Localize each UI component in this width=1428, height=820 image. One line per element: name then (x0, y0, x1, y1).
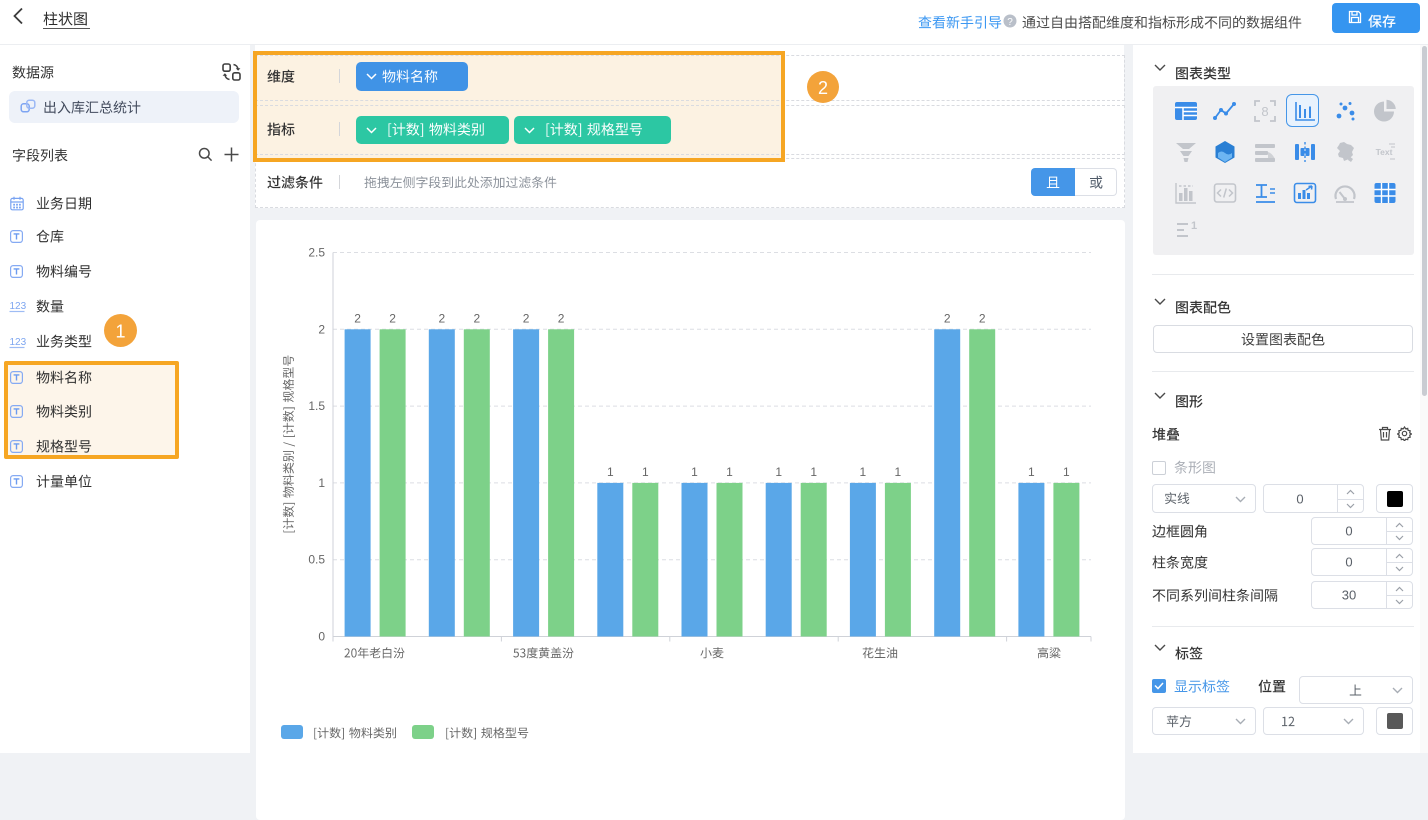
svg-text:0.5: 0.5 (308, 553, 325, 567)
svg-text:1: 1 (607, 465, 614, 479)
svg-text:1.5: 1.5 (308, 399, 325, 413)
svg-text:1: 1 (691, 465, 698, 479)
svg-text:2: 2 (979, 311, 986, 325)
svg-text:2: 2 (354, 311, 361, 325)
svg-text:Text: Text (1376, 147, 1393, 157)
svg-text:30: 30 (1341, 588, 1355, 603)
svg-text:0: 0 (1345, 555, 1352, 570)
svg-text:?: ? (1007, 17, 1013, 28)
svg-text:0: 0 (1296, 491, 1303, 506)
svg-text:1: 1 (726, 465, 733, 479)
svg-text:1: 1 (318, 476, 325, 490)
svg-text:1: 1 (1028, 465, 1035, 479)
svg-text:2.5: 2.5 (308, 246, 325, 260)
svg-text:2: 2 (817, 78, 827, 98)
svg-text:0: 0 (1345, 524, 1352, 539)
svg-text:2: 2 (438, 311, 445, 325)
svg-text:1: 1 (1063, 465, 1070, 479)
svg-text:1: 1 (115, 321, 125, 341)
svg-text:1: 1 (642, 465, 649, 479)
svg-text:1: 1 (1190, 220, 1196, 232)
svg-text:2: 2 (389, 311, 396, 325)
svg-text:1: 1 (775, 465, 782, 479)
svg-text:2: 2 (558, 311, 565, 325)
svg-text:1: 1 (810, 465, 817, 479)
svg-text:123: 123 (10, 337, 27, 348)
svg-text:123: 123 (10, 301, 27, 312)
svg-text:2: 2 (318, 322, 325, 336)
svg-text:8: 8 (1262, 104, 1269, 119)
svg-text:1: 1 (860, 465, 867, 479)
svg-text:0: 0 (318, 630, 325, 644)
svg-text:2: 2 (523, 311, 530, 325)
svg-text:2: 2 (944, 311, 951, 325)
svg-text:1: 1 (895, 465, 902, 479)
svg-text:2: 2 (473, 311, 480, 325)
